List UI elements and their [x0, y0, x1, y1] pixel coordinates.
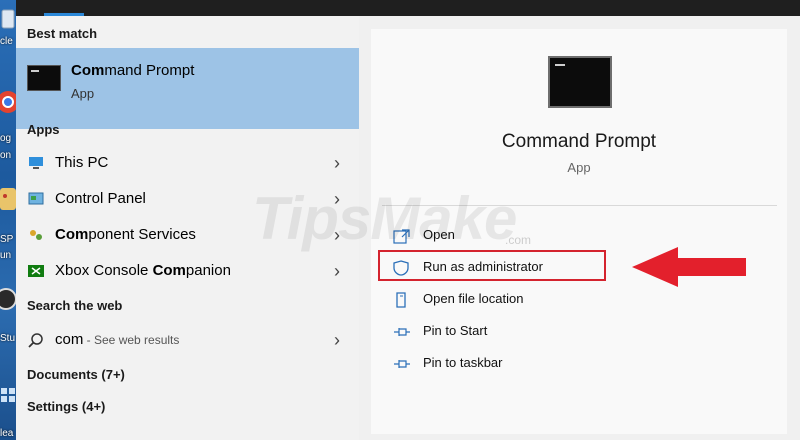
- action-label: Open file location: [423, 291, 524, 306]
- app-result-this-pc[interactable]: This PC ›: [16, 146, 359, 180]
- cmd-icon: [548, 56, 612, 108]
- search-icon: [28, 333, 44, 348]
- detail-subtitle: App: [567, 160, 591, 175]
- xbox-icon: [28, 264, 44, 278]
- best-match-subtitle: App: [71, 86, 95, 101]
- settings-header[interactable]: Settings (4+): [27, 399, 105, 414]
- desktop-background: cle og on SP un Stu lea: [0, 0, 16, 440]
- pin-icon: [393, 324, 411, 340]
- web-search-result[interactable]: com - See web results ›: [16, 323, 359, 357]
- watermark-text: TipsMake: [252, 185, 517, 252]
- app-grid-icon[interactable]: [0, 386, 16, 414]
- chrome-icon[interactable]: [0, 88, 16, 116]
- app-result-label: Control Panel: [55, 190, 146, 207]
- control-panel-icon: [28, 192, 44, 206]
- documents-header[interactable]: Documents (7+): [27, 367, 125, 382]
- desktop-label-sp: SP: [0, 234, 14, 245]
- chevron-right-icon[interactable]: ›: [334, 330, 340, 351]
- action-label: Pin to taskbar: [423, 355, 503, 370]
- desktop-label-stu: Stu: [0, 333, 16, 344]
- annotation-arrow-icon: [632, 247, 746, 287]
- component-services-icon: [28, 228, 44, 242]
- action-label: Pin to Start: [423, 323, 488, 338]
- action-pin-to-start[interactable]: Pin to Start: [393, 318, 753, 346]
- desktop-label-recycle: cle: [0, 36, 13, 47]
- watermark-suffix: .com: [505, 233, 532, 247]
- desktop-label-chrome: og: [0, 133, 12, 144]
- this-pc-icon: [28, 156, 44, 170]
- desktop-label-lea: lea: [0, 428, 14, 439]
- pin-icon: [393, 356, 411, 372]
- apps-header: Apps: [27, 122, 60, 137]
- search-filter-bar: [16, 0, 800, 16]
- search-web-header: Search the web: [27, 298, 123, 313]
- chevron-right-icon[interactable]: ›: [334, 153, 340, 174]
- paint-app-icon[interactable]: [0, 186, 16, 214]
- app-result-xbox[interactable]: Xbox Console Companion ›: [16, 254, 359, 288]
- action-open-file-location[interactable]: Open file location: [393, 286, 753, 314]
- chevron-right-icon[interactable]: ›: [334, 261, 340, 282]
- app-result-label: Component Services: [55, 226, 196, 243]
- best-match-title: Command Prompt: [71, 62, 195, 79]
- app-result-label: Xbox Console Companion: [55, 262, 231, 279]
- best-match-header: Best match: [27, 26, 98, 41]
- file-location-icon: [393, 292, 411, 308]
- cmd-icon: [27, 65, 61, 91]
- annotation-highlight-box: [378, 250, 606, 281]
- desktop-label-folder: on: [0, 150, 12, 161]
- desktop-label-un: un: [0, 250, 12, 261]
- detail-title: Command Prompt: [501, 131, 657, 152]
- best-match-result[interactable]: Command Prompt App: [16, 48, 359, 129]
- obs-icon[interactable]: [0, 285, 16, 313]
- action-pin-to-taskbar[interactable]: Pin to taskbar: [393, 350, 753, 378]
- app-result-label: This PC: [55, 154, 109, 171]
- web-search-label: com - See web results: [55, 331, 180, 348]
- recycle-bin-icon[interactable]: [0, 8, 16, 36]
